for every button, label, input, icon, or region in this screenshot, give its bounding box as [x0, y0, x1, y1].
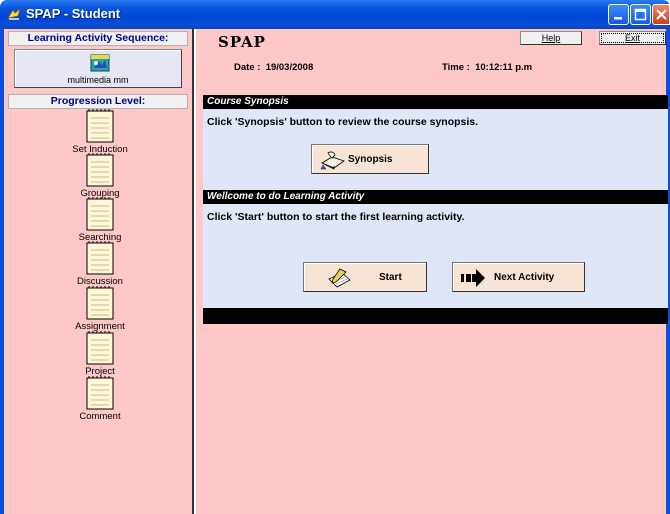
- minimize-icon: [614, 17, 622, 20]
- notepad-icon: [86, 109, 114, 143]
- title-bar[interactable]: SPAP - Student: [0, 0, 670, 29]
- next-activity-button[interactable]: Next Activity: [452, 262, 585, 292]
- footer-bar: [203, 308, 668, 324]
- notepad-icon: [86, 153, 114, 187]
- activity-instruction: Click 'Start' button to start the first …: [207, 211, 465, 223]
- level-discussion[interactable]: Discussion: [60, 241, 140, 287]
- synopsis-section-title: Course Synopsis: [203, 95, 668, 109]
- window-title: SPAP - Student: [26, 6, 121, 21]
- activity-panel: Click 'Start' button to start the first …: [203, 204, 668, 308]
- level-assignment[interactable]: Assignment: [60, 286, 140, 332]
- notepad-icon: [86, 241, 114, 275]
- notepad-icon: [86, 197, 114, 231]
- close-button[interactable]: [652, 4, 670, 25]
- app-title: SPAP: [218, 33, 266, 51]
- book-hand-icon: [320, 151, 345, 170]
- synopsis-button-label: Synopsis: [348, 154, 393, 165]
- level-project[interactable]: Project: [60, 331, 140, 377]
- sequence-header: Learning Activity Sequence:: [8, 31, 188, 46]
- app-logo-icon: [7, 7, 21, 20]
- multimedia-label: multimedia mm: [67, 75, 129, 85]
- notepad-icon: [86, 331, 114, 365]
- pencil-paper-icon: [328, 268, 351, 288]
- level-label: Comment: [79, 411, 121, 422]
- synopsis-instruction: Click 'Synopsis' button to review the co…: [207, 116, 479, 128]
- level-grouping[interactable]: Grouping: [60, 153, 140, 199]
- arrow-right-icon: [461, 269, 485, 287]
- maximize-icon: [634, 8, 647, 21]
- exit-label: Exit: [624, 33, 640, 43]
- level-set-induction[interactable]: Set Induction: [60, 109, 140, 155]
- synopsis-panel: Click 'Synopsis' button to review the co…: [203, 109, 668, 190]
- multimedia-icon: [90, 54, 110, 72]
- date-display: Date : 19/03/2008: [234, 62, 313, 73]
- minimize-button[interactable]: [608, 4, 629, 25]
- level-comment[interactable]: Comment: [60, 376, 140, 422]
- date-label: Date :: [234, 62, 261, 73]
- maximize-button[interactable]: [630, 4, 651, 25]
- synopsis-button[interactable]: Synopsis: [311, 144, 429, 174]
- start-button-label: Start: [379, 272, 402, 283]
- main-panel: SPAP Help Exit Date : 19/03/2008 Time : …: [196, 29, 668, 514]
- notepad-icon: [86, 376, 114, 410]
- sidebar: Learning Activity Sequence: multimedia m…: [4, 29, 194, 514]
- activity-section-title: Wellcome to do Learning Activity: [203, 190, 668, 204]
- next-activity-button-label: Next Activity: [494, 272, 555, 283]
- progression-header: Progression Level:: [8, 94, 188, 109]
- level-searching[interactable]: Searching: [60, 197, 140, 243]
- start-button[interactable]: Start: [303, 262, 427, 292]
- notepad-icon: [86, 286, 114, 320]
- time-value: 10:12:11 p.m: [475, 62, 533, 73]
- time-display: Time : 10:12:11 p.m: [442, 62, 532, 73]
- close-icon: [656, 9, 667, 20]
- help-label: Help: [541, 33, 561, 43]
- date-value: 19/03/2008: [265, 62, 314, 73]
- multimedia-sequence-button[interactable]: multimedia mm: [14, 49, 182, 88]
- time-label: Time :: [442, 62, 470, 73]
- exit-button[interactable]: Exit: [599, 31, 666, 45]
- help-button[interactable]: Help: [520, 31, 582, 45]
